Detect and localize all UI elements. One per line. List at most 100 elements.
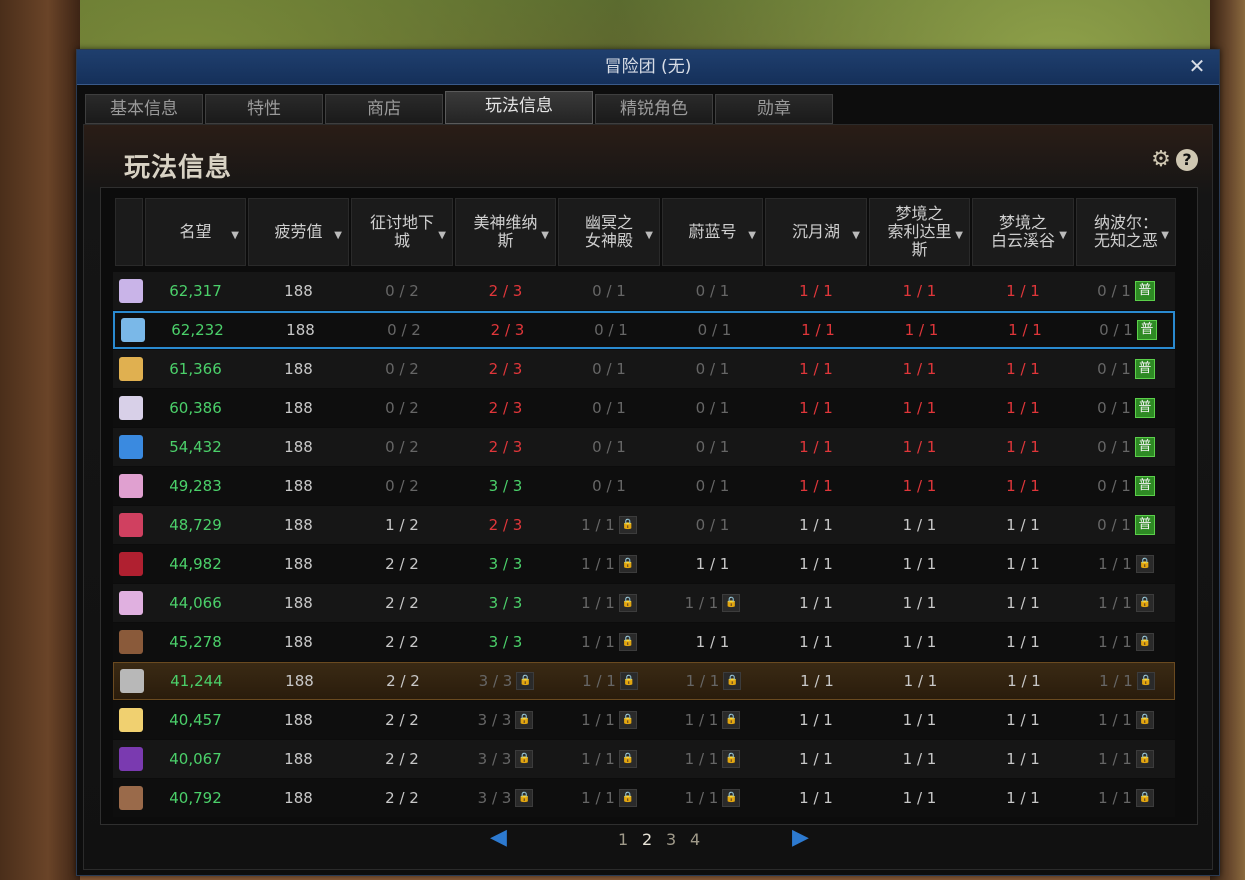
lock-icon: 🔒 xyxy=(618,594,637,612)
header-7[interactable]: 沉月湖 ▼ xyxy=(765,198,867,266)
fame-value: 44,066 xyxy=(169,594,222,612)
close-icon[interactable]: ✕ xyxy=(1185,54,1209,78)
window-titlebar[interactable]: 冒险团 (无) ✕ xyxy=(77,50,1219,85)
next-page-arrow-icon[interactable]: ▶ xyxy=(792,827,814,849)
progress-text: 1 / 1 xyxy=(902,516,937,534)
dungeon-progress: 3 / 3 xyxy=(455,584,556,622)
normal-badge-icon[interactable]: 普 xyxy=(1134,515,1155,535)
table-row[interactable]: 41,244 188 2 / 23 / 3 🔒 1 / 1 🔒 1 / 1 🔒 1 / 11 /… xyxy=(113,662,1175,700)
tab-5[interactable]: 勋章 xyxy=(715,94,833,124)
table-row[interactable]: 49,283 188 0 / 2 3 / 3 0 / 1 0 / 1 1 / 1 1 / 1 1… xyxy=(113,467,1175,505)
progress-text: 1 / 1 xyxy=(902,438,937,456)
fatigue-value: 188 xyxy=(284,789,313,807)
table-row[interactable]: 40,792 188 2 / 23 / 3 🔒 1 / 1 🔒 1 / 1 🔒 1 / 11 /… xyxy=(113,779,1175,817)
header-4[interactable]: 美神维纳 斯 ▼ xyxy=(455,198,556,266)
tab-1[interactable]: 特性 xyxy=(205,94,323,124)
dungeon-progress: 2 / 2 xyxy=(351,740,453,778)
table-row[interactable]: 62,232 188 0 / 2 2 / 3 0 / 1 0 / 1 1 / 1 1 / 1 1… xyxy=(113,311,1175,349)
lock-icon: 🔒 xyxy=(516,672,535,690)
progress-text: 0 / 1 xyxy=(1097,360,1131,378)
fame-value: 40,792 xyxy=(169,789,222,807)
help-icon[interactable]: ? xyxy=(1176,149,1198,171)
header-6[interactable]: 蔚蓝号 ▼ xyxy=(662,198,763,266)
dungeon-progress: 3 / 3 🔒 xyxy=(455,740,556,778)
normal-badge-icon[interactable]: 普 xyxy=(1134,281,1155,301)
progress-text: 3 / 3 xyxy=(477,789,512,807)
dungeon-progress: 1 / 1 🔒 xyxy=(558,584,660,622)
table-row[interactable]: 45,278 188 2 / 23 / 31 / 1 🔒 1 / 11 / 11 / 1… xyxy=(113,623,1175,661)
normal-badge-icon[interactable]: 普 xyxy=(1136,320,1157,340)
normal-badge-icon[interactable]: 普 xyxy=(1134,437,1155,457)
table-row[interactable]: 60,386 188 0 / 2 2 / 3 0 / 1 0 / 1 1 / 1 1 / 1 1… xyxy=(113,389,1175,427)
character-avatar xyxy=(120,669,144,693)
progress-text: 0 / 1 xyxy=(695,360,730,378)
header-9[interactable]: 梦境之 白云溪谷 ▼ xyxy=(972,198,1074,266)
progress-text: 1 / 1 xyxy=(684,789,719,807)
lock-icon: 🔒 xyxy=(1135,750,1154,768)
page-number-4[interactable]: 4 xyxy=(690,830,700,849)
prev-page-arrow-icon[interactable]: ◀ xyxy=(490,827,512,849)
sort-arrow-icon: ▼ xyxy=(231,230,239,241)
avatar-cell xyxy=(117,740,145,778)
avatar-cell xyxy=(117,623,145,661)
dungeon-progress: 2 / 2 xyxy=(351,623,453,661)
header-2[interactable]: 疲劳值 ▼ xyxy=(248,198,349,266)
table-row[interactable]: 62,317 188 0 / 2 2 / 3 0 / 1 0 / 1 1 / 1 1 / 1 1… xyxy=(113,272,1175,310)
character-avatar xyxy=(119,474,143,498)
fame-value: 40,457 xyxy=(169,711,222,729)
fame-value: 60,386 xyxy=(169,399,222,417)
avatar-cell xyxy=(117,701,145,739)
progress-text: 1 / 1 xyxy=(902,477,937,495)
header-8[interactable]: 梦境之 索利达里 斯 ▼ xyxy=(869,198,970,266)
character-avatar xyxy=(119,786,143,810)
avatar-cell xyxy=(117,779,145,817)
normal-badge-icon[interactable]: 普 xyxy=(1134,476,1155,496)
table-row[interactable]: 54,432 188 0 / 2 2 / 3 0 / 1 0 / 1 1 / 1 1 / 1 1… xyxy=(113,428,1175,466)
page-number-1[interactable]: 1 xyxy=(618,830,628,849)
dungeon-progress: 1 / 1 xyxy=(869,701,970,739)
table-row[interactable]: 44,982 188 2 / 23 / 31 / 1 🔒 1 / 11 / 11 / 1… xyxy=(113,545,1175,583)
dungeon-progress: 1 / 1 xyxy=(972,779,1074,817)
normal-badge-icon[interactable]: 普 xyxy=(1134,359,1155,379)
progress-text: 1 / 1 xyxy=(684,594,719,612)
table-row[interactable]: 61,366 188 0 / 2 2 / 3 0 / 1 0 / 1 1 / 1 1 / 1 1… xyxy=(113,350,1175,388)
dungeon-progress: 1 / 1 🔒 xyxy=(662,740,763,778)
dungeon-progress: 1 / 1 xyxy=(972,623,1074,661)
tab-0[interactable]: 基本信息 xyxy=(85,94,203,124)
dungeon-progress: 1 / 1 xyxy=(869,428,970,466)
table-row[interactable]: 40,067 188 2 / 23 / 3 🔒 1 / 1 🔒 1 / 1 🔒 1 / 11 /… xyxy=(113,740,1175,778)
table-row[interactable]: 44,066 188 2 / 23 / 31 / 1 🔒 1 / 1 🔒 1 / 11 / … xyxy=(113,584,1175,622)
header-label: 幽冥之 女神殿 xyxy=(584,213,633,250)
normal-badge-icon[interactable]: 普 xyxy=(1134,398,1155,418)
header-3[interactable]: 征讨地下 城 ▼ xyxy=(351,198,453,266)
table-row[interactable]: 40,457 188 2 / 23 / 3 🔒 1 / 1 🔒 1 / 1 🔒 1 / 11 /… xyxy=(113,701,1175,739)
page-number-3[interactable]: 3 xyxy=(666,830,676,849)
gameplay-table: 名望 ▼ 疲劳值 ▼ 征讨地下 城 ▼ 美神维纳 斯 ▼ 幽冥之 女神殿 ▼ 蔚蓝号 ▼ 沉月湖 ▼ 梦境之… xyxy=(100,187,1198,825)
dungeon-progress: 2 / 3 xyxy=(455,272,556,310)
tab-2[interactable]: 商店 xyxy=(325,94,443,124)
dungeon-progress: 1 / 1 xyxy=(765,584,867,622)
fame-value: 49,283 xyxy=(169,477,222,495)
tab-4[interactable]: 精锐角色 xyxy=(595,94,713,124)
dungeon-progress: 3 / 3 xyxy=(455,467,556,505)
fatigue-value: 188 xyxy=(284,594,313,612)
dungeon-progress: 0 / 1 xyxy=(558,428,660,466)
gameplay-info-panel: 玩法信息 ⚙ ? 名望 ▼ 疲劳值 ▼ 征讨地下 城 ▼ 美神维纳 斯 ▼ 幽冥之 女神殿 ▼ 蔚蓝… xyxy=(83,124,1213,870)
character-avatar xyxy=(119,591,143,615)
gear-icon[interactable]: ⚙ xyxy=(1150,149,1172,171)
dungeon-progress: 0 / 1 xyxy=(662,350,763,388)
page-number-2[interactable]: 2 xyxy=(642,830,652,849)
dungeon-progress: 1 / 1 🔒 xyxy=(662,701,763,739)
panel-title: 玩法信息 xyxy=(124,153,233,183)
progress-text: 1 / 1 xyxy=(1098,750,1132,768)
dungeon-progress: 1 / 1 🔒 xyxy=(1076,623,1176,661)
progress-text: 2 / 2 xyxy=(385,555,419,573)
progress-text: 3 / 3 xyxy=(477,750,512,768)
progress-text: 1 / 1 xyxy=(800,672,834,690)
table-row[interactable]: 48,729 188 1 / 22 / 31 / 1 🔒 0 / 11 / 11 / 1… xyxy=(113,506,1175,544)
header-1[interactable]: 名望 ▼ xyxy=(145,198,246,266)
dungeon-progress: 0 / 2 xyxy=(351,350,453,388)
header-5[interactable]: 幽冥之 女神殿 ▼ xyxy=(558,198,660,266)
tab-3[interactable]: 玩法信息 xyxy=(445,91,593,124)
header-10[interactable]: 纳波尔： 无知之恶 ▼ xyxy=(1076,198,1176,266)
